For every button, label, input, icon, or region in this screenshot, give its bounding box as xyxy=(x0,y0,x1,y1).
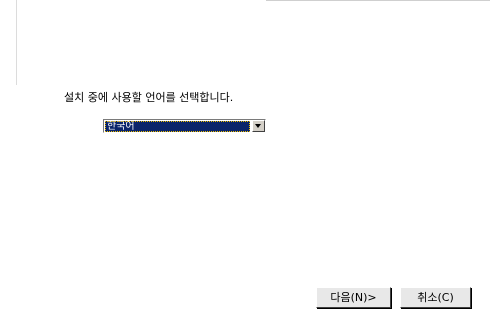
setup-window: 설치 중에 사용할 언어를 선택합니다. 한국어 다음(N)> 취소(C) xyxy=(0,0,490,333)
bottom-bar xyxy=(16,314,490,333)
top-divider xyxy=(266,0,490,1)
cancel-button[interactable]: 취소(C) xyxy=(400,287,471,308)
language-prompt: 설치 중에 사용할 언어를 선택합니다. xyxy=(64,91,234,104)
language-select-value: 한국어 xyxy=(105,121,250,132)
dropdown-arrow-icon[interactable] xyxy=(252,120,265,132)
next-button[interactable]: 다음(N)> xyxy=(316,287,391,308)
language-select[interactable]: 한국어 xyxy=(103,119,266,133)
